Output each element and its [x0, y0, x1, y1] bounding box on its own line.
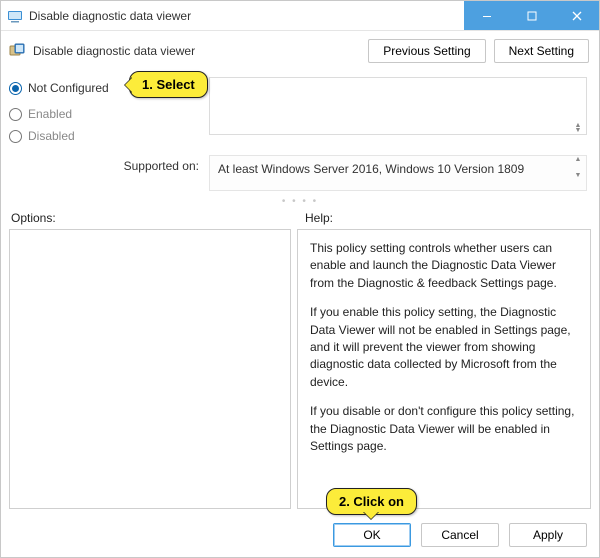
dialog-buttons: OK Cancel Apply	[1, 517, 599, 557]
options-panel	[9, 229, 291, 509]
help-paragraph: This policy setting controls whether use…	[310, 240, 578, 292]
close-icon	[572, 11, 582, 21]
help-label: Help:	[297, 207, 591, 229]
supported-on-value: At least Windows Server 2016, Windows 10…	[209, 155, 587, 191]
columns: This policy setting controls whether use…	[1, 229, 599, 517]
window-title: Disable diagnostic data viewer	[29, 9, 464, 23]
help-paragraph: If you enable this policy setting, the D…	[310, 304, 578, 391]
policy-editor-window: Disable diagnostic data viewer Disable d…	[0, 0, 600, 558]
policy-header: Disable diagnostic data viewer Previous …	[1, 31, 599, 73]
close-button[interactable]	[554, 1, 599, 30]
splitter-horizontal[interactable]: • • • •	[1, 197, 599, 207]
apply-button[interactable]: Apply	[509, 523, 587, 547]
radio-label: Disabled	[28, 129, 75, 143]
supported-on-row: Supported on: At least Windows Server 20…	[1, 153, 599, 197]
policy-icon	[9, 43, 25, 59]
radio-dot-icon	[9, 108, 22, 121]
columns-header: Options: Help:	[1, 207, 599, 229]
help-paragraph: If you disable or don't configure this p…	[310, 403, 578, 455]
next-setting-button[interactable]: Next Setting	[494, 39, 589, 63]
radio-label: Enabled	[28, 107, 72, 121]
cancel-button[interactable]: Cancel	[421, 523, 499, 547]
options-label: Options:	[9, 207, 297, 229]
radio-dot-icon	[9, 130, 22, 143]
minimize-icon	[482, 11, 492, 21]
radio-enabled[interactable]: Enabled	[9, 103, 209, 125]
comment-spinner: ▲ ▼	[571, 123, 585, 133]
supported-spinner: ▲ ▼	[571, 157, 585, 189]
maximize-button[interactable]	[509, 1, 554, 30]
radio-dot-icon	[9, 82, 22, 95]
annotation-text: 1. Select	[142, 77, 195, 92]
policy-title: Disable diagnostic data viewer	[33, 44, 360, 58]
chevron-down-icon[interactable]: ▼	[571, 128, 585, 133]
annotation-click: 2. Click on	[326, 488, 417, 515]
chevron-down-icon[interactable]: ▼	[571, 173, 585, 189]
state-area: Not Configured Enabled Disabled ▲ ▼ 1. S…	[1, 73, 599, 153]
annotation-text: 2. Click on	[339, 494, 404, 509]
app-icon	[7, 8, 23, 24]
supported-on-text: At least Windows Server 2016, Windows 10…	[218, 162, 524, 176]
minimize-button[interactable]	[464, 1, 509, 30]
comment-field[interactable]: ▲ ▼	[209, 77, 587, 135]
chevron-up-icon[interactable]: ▲	[571, 157, 585, 173]
help-panel: This policy setting controls whether use…	[297, 229, 591, 509]
titlebar: Disable diagnostic data viewer	[1, 1, 599, 31]
annotation-select: 1. Select	[129, 71, 208, 98]
radio-label: Not Configured	[28, 81, 109, 95]
supported-on-label: Supported on:	[1, 155, 209, 173]
maximize-icon	[527, 11, 537, 21]
window-buttons	[464, 1, 599, 30]
radio-disabled[interactable]: Disabled	[9, 125, 209, 147]
previous-setting-button[interactable]: Previous Setting	[368, 39, 485, 63]
